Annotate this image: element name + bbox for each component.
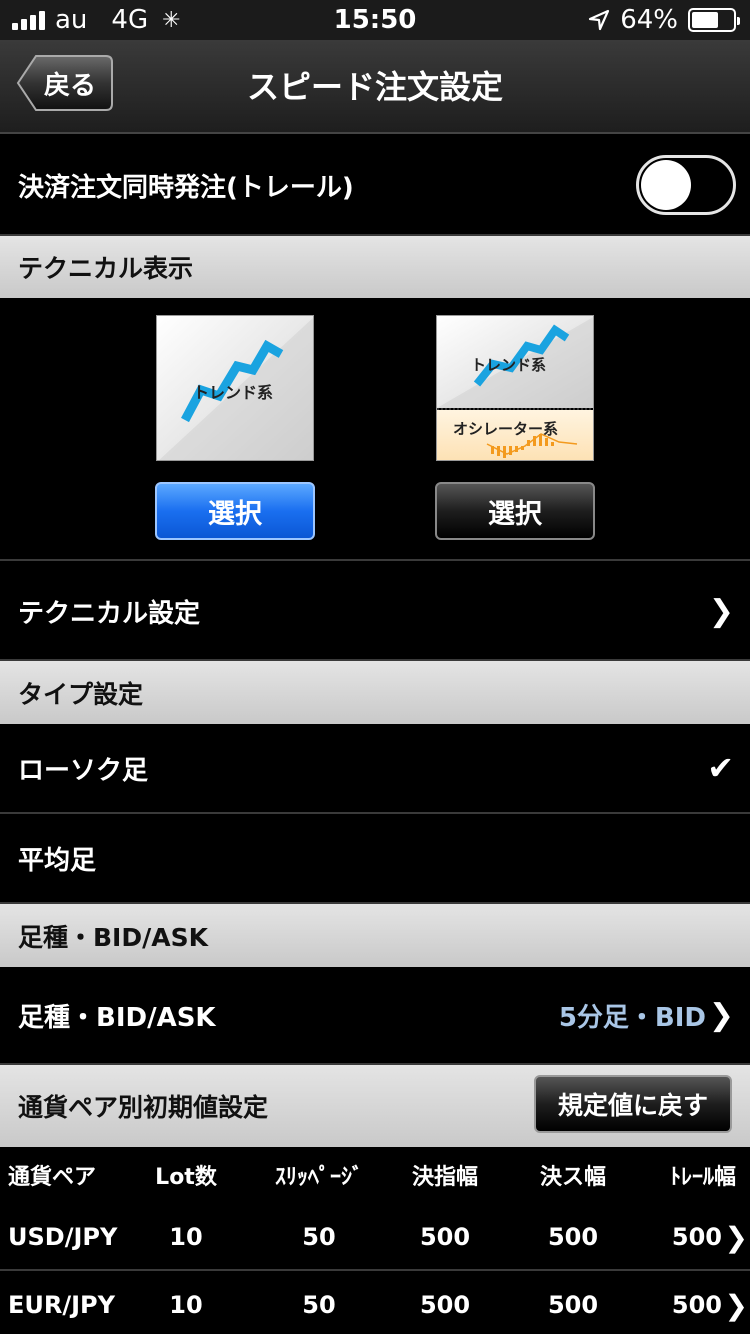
stop-width-cell: 500 <box>547 1291 599 1319</box>
column-header-limit-width: 決指幅 <box>411 1165 478 1190</box>
foot-type-row[interactable]: 足種・BID/ASK 5分足・BID ❯ <box>0 967 750 1065</box>
chevron-right-icon: ❯ <box>724 1220 748 1254</box>
type-option-candlestick[interactable]: ローソク足 ✔ <box>0 724 750 814</box>
column-header-trail-width: ﾄﾚｰﾙ幅 <box>669 1165 736 1190</box>
lot-cell: 10 <box>169 1223 203 1251</box>
slippage-cell: 50 <box>302 1291 336 1319</box>
battery-level <box>692 12 718 28</box>
limit-width-cell: 500 <box>419 1223 471 1251</box>
pair-cell: EUR/JPY <box>8 1291 116 1319</box>
limit-width-cell: 500 <box>419 1291 471 1319</box>
pair-defaults-header-label: 通貨ペア別初期値設定 <box>18 1093 269 1122</box>
lot-cell: 10 <box>169 1291 203 1319</box>
trail-width-cell: 500 <box>671 1223 722 1251</box>
type-settings-header: タイプ設定 <box>0 661 750 724</box>
foot-type-header: 足種・BID/ASK <box>0 904 750 967</box>
chevron-right-icon: ❯ <box>724 1288 748 1322</box>
trend-select-button[interactable]: 選択 <box>155 482 315 540</box>
trend-image-label: トレンド系 <box>193 383 273 402</box>
checkmark-icon: ✔ <box>707 749 734 787</box>
pair-defaults-header: 通貨ペア別初期値設定 規定値に戻す <box>0 1065 750 1147</box>
trend-chart-image: トレンド系 <box>156 315 314 461</box>
technical-settings-label: テクニカル設定 <box>18 598 201 629</box>
trail-width-cell: 500 <box>671 1291 722 1319</box>
pair-cell: USD/JPY <box>8 1223 118 1251</box>
chevron-right-icon: ❯ <box>708 997 734 1033</box>
battery-percent: 64% <box>620 5 678 35</box>
status-right: 64% <box>588 0 740 40</box>
technical-display-header: テクニカル表示 <box>0 236 750 298</box>
pair-table-header: 通貨ペア Lot数 ｽﾘｯﾍﾟｰｼﾞ 決指幅 決ス幅 ﾄﾚｰﾙ幅 <box>0 1147 750 1203</box>
trail-order-row: 決済注文同時発注(トレール) <box>0 136 750 236</box>
column-header-pair: 通貨ペア <box>8 1165 97 1190</box>
foot-type-label: 足種・BID/ASK <box>18 1002 216 1033</box>
status-bar: au 4G ✳ 15:50 64% <box>0 0 750 40</box>
column-header-slippage: ｽﾘｯﾍﾟｰｼﾞ <box>274 1165 363 1190</box>
table-row[interactable]: USD/JPY 10 50 500 500 500 ❯ <box>0 1205 750 1271</box>
toggle-knob <box>641 160 691 210</box>
technical-settings-row[interactable]: テクニカル設定 ❯ <box>0 563 750 661</box>
trend-oscillator-select-button[interactable]: 選択 <box>435 482 595 540</box>
foot-type-value: 5分足・BID <box>558 1002 706 1033</box>
trend-oscillator-chart-image: トレンド系 オシレーター系 <box>436 315 594 461</box>
battery-icon <box>688 8 740 32</box>
trail-order-toggle[interactable] <box>636 155 736 215</box>
type-settings-header-label: タイプ設定 <box>18 679 144 709</box>
technical-display-options: トレンド系 選択 トレンド系 オシレーター系 選択 <box>0 298 750 561</box>
table-row[interactable]: EUR/JPY 10 50 500 500 500 ❯ <box>0 1273 750 1334</box>
slippage-cell: 50 <box>302 1223 336 1251</box>
chevron-right-icon: ❯ <box>708 593 734 629</box>
page-title: スピード注文設定 <box>246 68 503 106</box>
foot-type-header-label: 足種・BID/ASK <box>18 922 208 952</box>
column-header-lot: Lot数 <box>155 1165 217 1190</box>
location-arrow-icon <box>589 9 610 31</box>
stop-width-cell: 500 <box>547 1223 599 1251</box>
reset-defaults-button[interactable]: 規定値に戻す <box>534 1075 732 1133</box>
type-option-label: 平均足 <box>18 845 97 876</box>
technical-display-header-label: テクニカル表示 <box>18 254 194 283</box>
trail-order-label: 決済注文同時発注(トレール) <box>18 172 354 203</box>
type-option-heikin-ashi[interactable]: 平均足 <box>0 814 750 904</box>
trend-image-label-top: トレンド系 <box>471 356 546 374</box>
column-header-stop-width: 決ス幅 <box>539 1165 606 1190</box>
type-option-label: ローソク足 <box>18 755 149 786</box>
navigation-bar: 戻る スピード注文設定 <box>0 40 750 134</box>
